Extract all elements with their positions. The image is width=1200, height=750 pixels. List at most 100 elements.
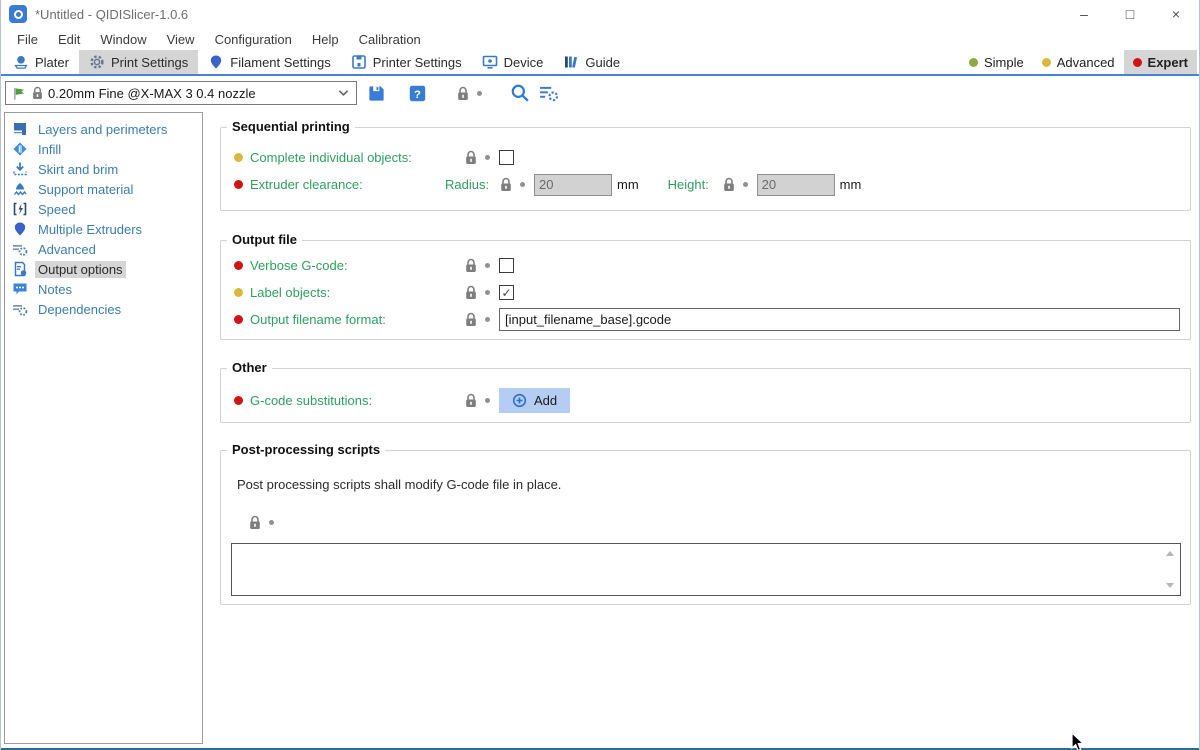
sidebar-item-output-options[interactable]: Output options (5, 259, 202, 279)
scroll-up-arrow-icon[interactable] (1166, 551, 1174, 556)
expert-mode-bullet-icon (234, 261, 243, 270)
lock-icon[interactable] (465, 285, 477, 300)
lock-icon[interactable] (465, 150, 477, 165)
settings-page-output-options: Sequential printing Complete individual … (220, 112, 1191, 744)
chevron-down-icon (338, 89, 349, 97)
mode-simple[interactable]: Simple (960, 50, 1033, 74)
app-logo-icon (9, 5, 27, 23)
mode-expert[interactable]: Expert (1124, 50, 1197, 74)
post-processing-lock-row (249, 515, 274, 530)
gear-icon (89, 54, 105, 70)
complete-individual-objects-checkbox[interactable] (499, 150, 514, 165)
expert-mode-bullet-icon (234, 315, 243, 324)
lock-icon[interactable] (465, 393, 477, 408)
menu-configuration[interactable]: Configuration (205, 32, 302, 47)
sidebar-item-dependencies[interactable]: Dependencies (5, 299, 202, 319)
menu-view[interactable]: View (157, 32, 205, 47)
height-unit: mm (840, 177, 862, 192)
option-dot (485, 398, 490, 403)
infill-icon (12, 141, 28, 157)
post-processing-scripts-textarea[interactable] (232, 544, 1180, 595)
maximize-button[interactable]: □ (1107, 0, 1153, 28)
option-label: G-code substitutions: (250, 393, 465, 408)
lock-icon[interactable] (465, 258, 477, 273)
option-label: Verbose G-code: (250, 258, 465, 273)
option-dot (743, 182, 748, 187)
sidebar-item-label: Notes (35, 281, 75, 298)
add-substitution-button[interactable]: Add (499, 388, 570, 413)
option-row-extruder-clearance: Extruder clearance: Radius: mm Height: m… (234, 173, 1180, 196)
plus-circle-icon (512, 393, 527, 408)
preset-select[interactable]: 0.20mm Fine @X-MAX 3 0.4 nozzle (5, 81, 357, 105)
menu-window[interactable]: Window (90, 32, 156, 47)
mode-switcher: Simple Advanced Expert (960, 50, 1197, 74)
save-icon[interactable] (367, 84, 386, 103)
option-dot (485, 290, 490, 295)
expert-mode-bullet-icon (234, 396, 243, 405)
sidebar-item-multiple-extruders[interactable]: Multiple Extruders (5, 219, 202, 239)
search-icon[interactable] (510, 83, 530, 103)
option-dot (477, 91, 482, 96)
post-processing-description: Post processing scripts shall modify G-c… (237, 477, 561, 492)
sidebar-item-advanced[interactable]: Advanced (5, 239, 202, 259)
section-title: Post-processing scripts (227, 442, 385, 457)
lock-icon[interactable] (457, 86, 469, 101)
title-bar: *Untitled - QIDISlicer-1.0.6 – □ × (1, 0, 1199, 28)
option-label: Label objects: (250, 285, 465, 300)
menu-calibration[interactable]: Calibration (349, 32, 431, 47)
scroll-down-arrow-icon[interactable] (1166, 583, 1174, 588)
output-options-icon (12, 261, 28, 277)
mode-label: Advanced (1057, 55, 1115, 70)
label-objects-checkbox[interactable] (499, 285, 514, 300)
menu-bar: File Edit Window View Configuration Help… (1, 28, 1199, 50)
sidebar-item-notes[interactable]: Notes (5, 279, 202, 299)
section-output-file: Output file Verbose G-code: Label object… (220, 240, 1191, 340)
sidebar-item-label: Infill (35, 141, 64, 158)
tab-bar: Plater Print Settings Filament Settings … (1, 50, 1199, 76)
option-row-gcode-substitutions: G-code substitutions: Add (234, 388, 1180, 413)
sidebar-item-skirt-and-brim[interactable]: Skirt and brim (5, 159, 202, 179)
minimize-button[interactable]: – (1061, 0, 1107, 28)
output-filename-input[interactable] (499, 308, 1180, 331)
preset-value: 0.20mm Fine @X-MAX 3 0.4 nozzle (48, 86, 333, 101)
guide-books-icon (563, 54, 579, 70)
sidebar-item-layers-and-perimeters[interactable]: Layers and perimeters (5, 119, 202, 139)
advanced-mode-dot-icon (1042, 58, 1051, 67)
tab-printer-settings[interactable]: Printer Settings (341, 50, 472, 74)
radius-label: Radius: (445, 177, 500, 192)
menu-edit[interactable]: Edit (48, 32, 90, 47)
close-button[interactable]: × (1153, 0, 1199, 28)
option-row-complete-individual-objects: Complete individual objects: (234, 146, 1180, 169)
tab-guide[interactable]: Guide (553, 50, 630, 74)
mode-advanced[interactable]: Advanced (1033, 50, 1124, 74)
lock-icon[interactable] (249, 515, 261, 530)
sidebar-item-label: Layers and perimeters (35, 121, 170, 138)
verbose-gcode-checkbox[interactable] (499, 258, 514, 273)
menu-help[interactable]: Help (302, 32, 349, 47)
height-input[interactable] (757, 174, 835, 196)
tab-label: Print Settings (111, 55, 188, 70)
lock-icon[interactable] (500, 177, 512, 192)
sidebar-item-label: Dependencies (35, 301, 124, 318)
mode-label: Simple (984, 55, 1024, 70)
sidebar-item-support-material[interactable]: Support material (5, 179, 202, 199)
tab-filament-settings[interactable]: Filament Settings (198, 50, 340, 74)
option-dot (485, 317, 490, 322)
sidebar-item-infill[interactable]: Infill (5, 139, 202, 159)
compare-gear-icon[interactable] (539, 84, 559, 102)
tab-plater[interactable]: Plater (3, 50, 79, 74)
tab-print-settings[interactable]: Print Settings (79, 50, 198, 74)
svg-text:?: ? (414, 88, 421, 100)
dependencies-gear-icon (12, 301, 28, 317)
option-label: Output filename format: (250, 312, 465, 327)
lock-icon[interactable] (723, 177, 735, 192)
section-sequential-printing: Sequential printing Complete individual … (220, 127, 1191, 211)
sidebar-item-speed[interactable]: Speed (5, 199, 202, 219)
menu-file[interactable]: File (7, 32, 48, 47)
help-icon[interactable]: ? (408, 84, 427, 103)
tab-device[interactable]: Device (472, 50, 554, 74)
skirt-brim-icon (12, 161, 28, 177)
lock-icon[interactable] (465, 312, 477, 327)
radius-input[interactable] (534, 174, 612, 196)
section-title: Sequential printing (227, 119, 355, 134)
